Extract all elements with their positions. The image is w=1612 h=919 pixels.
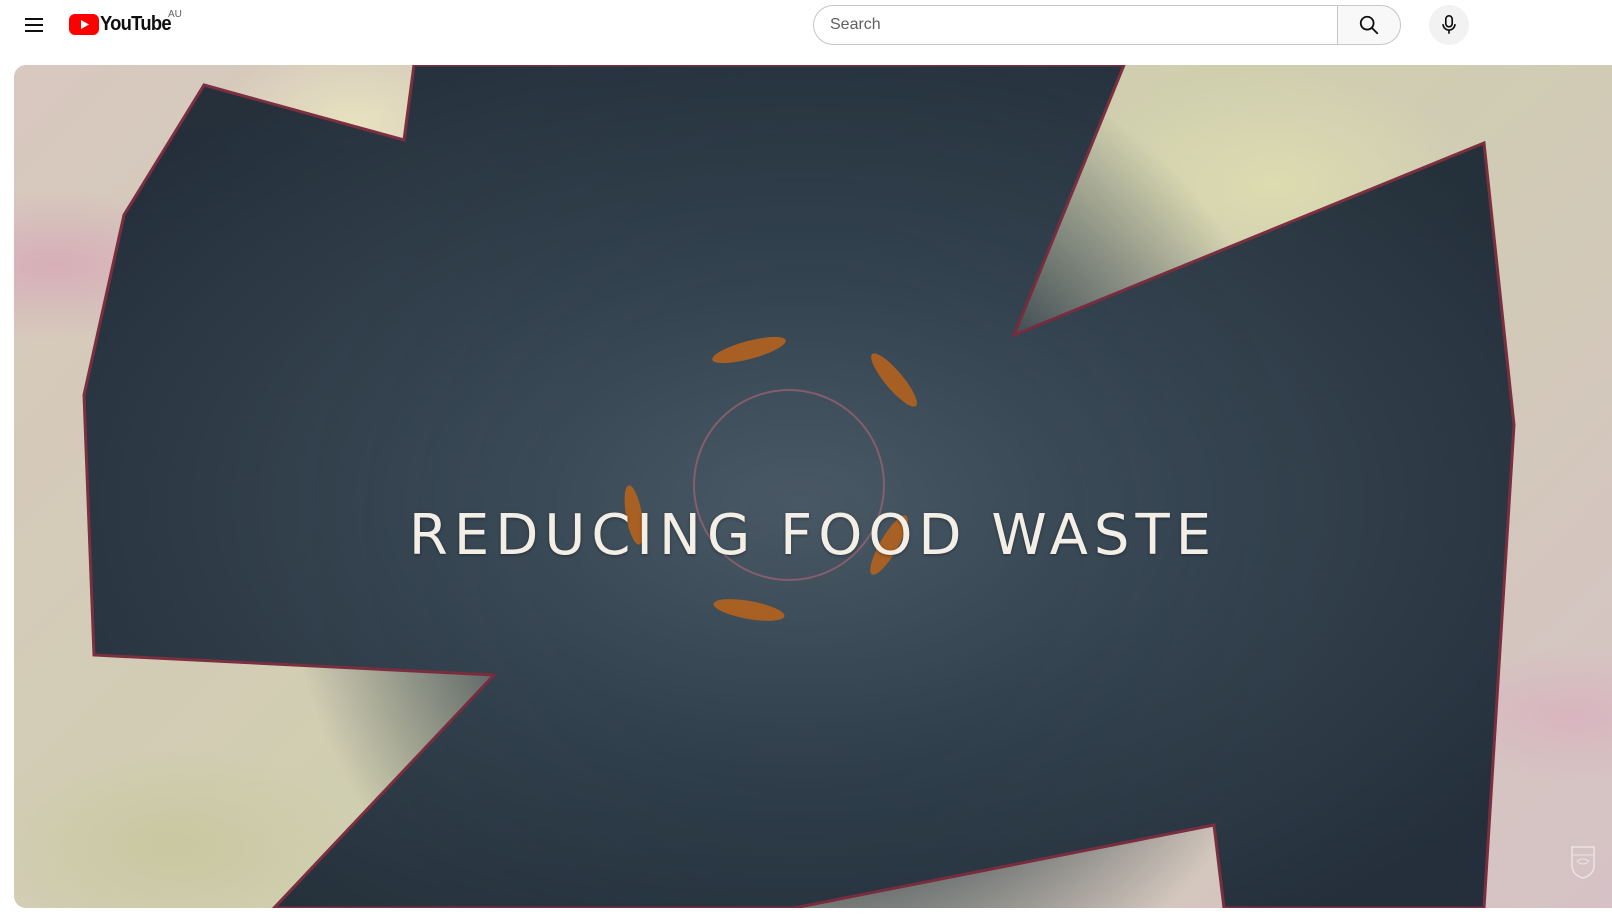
search-bar (813, 5, 1401, 45)
top-bar: YouTube AU (0, 0, 1612, 50)
search-icon (1359, 15, 1379, 35)
search-input[interactable] (813, 5, 1337, 45)
microphone-icon (1442, 15, 1456, 34)
youtube-play-logo-icon (69, 13, 99, 35)
video-player[interactable]: REDUCING FOOD WASTE (14, 65, 1612, 908)
region-code: AU (168, 9, 182, 20)
hamburger-menu-icon (25, 18, 43, 32)
youtube-logo[interactable]: YouTube (69, 11, 177, 37)
voice-search-button[interactable] (1429, 5, 1469, 45)
channel-crest-watermark-icon (1571, 846, 1595, 879)
menu-button[interactable] (18, 9, 50, 41)
search-button[interactable] (1337, 5, 1401, 45)
logo-wordmark: YouTube (100, 12, 172, 35)
video-frame-artwork (82, 65, 1516, 908)
